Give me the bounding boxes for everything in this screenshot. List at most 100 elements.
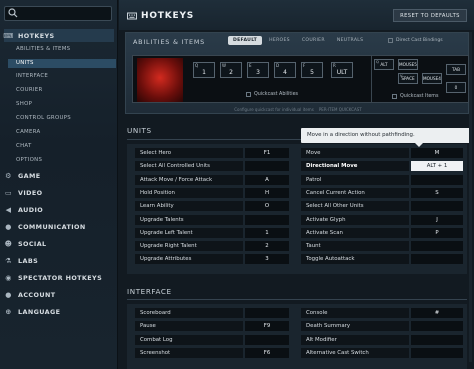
direct-cast-checkbox[interactable] [388,38,393,43]
sidebar-item-language[interactable]: ⊕ LANGUAGE [4,305,114,318]
hotkey-binding-button[interactable] [245,161,289,172]
hotkey-binding-button[interactable]: 1 [245,227,289,238]
quickcast-items-label: Quickcast Items [400,94,439,99]
hotkey-row-label: Learn Ability [135,201,243,212]
hotkey-binding-button[interactable] [411,174,463,185]
sidebar-sub-courier[interactable]: COURIER [16,87,43,93]
sidebar-item-video[interactable]: ▭ VIDEO [4,186,114,199]
sidebar-sub-shop[interactable]: SHOP [16,101,32,107]
item-key-2[interactable]: MOUSE5 [398,59,418,70]
hotkey-binding-button[interactable]: 2 [245,241,289,252]
quickcast-items-checkbox[interactable] [392,94,397,99]
hotkey-binding-button[interactable] [411,334,463,345]
speaker-icon: ◀ [5,205,12,214]
hotkey-binding-button[interactable]: ALT + 1 [411,161,463,172]
key-value: MOUSE5 [399,62,417,67]
hotkey-row-label: Patrol [301,174,409,185]
hotkey-binding-button[interactable]: O [245,201,289,212]
hotkey-row-label: Alt Modifier [301,334,409,345]
ability-key-ult[interactable]: R ULT [331,62,353,78]
sidebar-item-game[interactable]: ⚙ GAME [4,169,114,182]
key-value: 3 [256,69,260,76]
sidebar-item-communication[interactable]: ● COMMUNICATION [4,220,114,233]
ability-key-1[interactable]: Q1 [193,62,215,78]
hotkey-binding-button[interactable] [245,334,289,345]
ability-key-5[interactable]: F5 [301,62,323,78]
sidebar-item-labs[interactable]: ⚗ LABS [4,254,114,267]
sidebar-item-label: ACCOUNT [18,290,56,299]
hotkey-binding-button[interactable]: M [411,148,463,158]
sidebar-sub-options[interactable]: OPTIONS [16,157,42,163]
quickcast-abilities-label: Quickcast Abilities [254,92,299,97]
tooltip: Move in a direction without pathfinding. [301,128,471,143]
flask-icon: ⚗ [5,256,12,265]
hotkey-row-label: Select All Controlled Units [135,161,243,172]
key-modifier: R [333,63,336,68]
user-icon: ● [5,290,12,299]
item-key-3[interactable]: TAB [446,64,466,75]
search-icon [8,8,18,18]
header-bar: HOTKEYS RESET TO DEFAULTS [119,0,474,30]
item-key-grid: Q ALT MOUSE5 TAB V SPACE MOUSE4 0 Quickcas… [371,55,469,103]
key-value: 1 [202,69,206,76]
hotkey-binding-button[interactable] [411,347,463,358]
hotkey-binding-button[interactable]: P [411,227,463,238]
ability-key-4[interactable]: D4 [274,62,296,78]
hotkey-binding-button[interactable] [245,308,289,318]
scrollbar[interactable] [469,32,472,362]
reset-to-defaults-button[interactable]: RESET TO DEFAULTS [393,9,467,22]
settings-sidebar: ⌨ HOTKEYS ABILITIES & ITEMS UNITS INTERF… [0,0,118,369]
quickcast-abilities-checkbox[interactable] [246,92,251,97]
hotkey-binding-button[interactable]: F6 [245,347,289,358]
interface-divider [127,299,467,300]
ability-key-2[interactable]: W2 [220,62,242,78]
hotkey-binding-button[interactable] [245,214,289,225]
sidebar-item-spectator-hotkeys[interactable]: ◉ SPECTATOR HOTKEYS [4,271,114,284]
key-value: 0 [454,85,458,90]
ability-key-3[interactable]: E3 [247,62,269,78]
item-key-1[interactable]: Q ALT [374,59,394,70]
tab-default[interactable]: DEFAULT [228,36,263,45]
hotkey-binding-button[interactable] [411,241,463,252]
hotkey-binding-button[interactable]: J [411,214,463,225]
gear-icon: ⚙ [5,171,12,180]
sidebar-item-audio[interactable]: ◀ AUDIO [4,203,114,216]
people-icon: ☻ [4,239,13,248]
hotkey-binding-button[interactable]: F9 [245,321,289,332]
sidebar-item-social[interactable]: ☻ SOCIAL [4,237,114,250]
tooltip-arrow [415,143,423,147]
sidebar-sub-camera[interactable]: CAMERA [16,129,41,135]
sidebar-sub-interface[interactable]: INTERFACE [16,73,48,79]
key-modifier: W [222,63,226,68]
sidebar-sub-chat[interactable]: CHAT [16,143,32,149]
hotkey-row-label: Console [301,308,409,318]
item-key-5[interactable]: MOUSE4 [422,73,442,84]
hotkey-binding-button[interactable]: H [245,187,289,198]
search-input[interactable] [4,6,112,21]
hotkey-binding-button[interactable]: 3 [245,254,289,265]
item-key-6[interactable]: 0 [446,82,466,93]
per-item-quickcast-link[interactable]: PER-ITEM QUICKCAST [319,107,362,112]
tab-neutrals[interactable]: NEUTRALS [332,36,369,45]
sidebar-item-account[interactable]: ● ACCOUNT [4,288,114,301]
item-key-4[interactable]: V SPACE [398,73,418,84]
tab-heroes[interactable]: HEROES [264,36,295,45]
hotkey-row-label: Select Hero [135,148,243,158]
tab-courier[interactable]: COURIER [297,36,330,45]
hotkey-binding-button[interactable] [411,201,463,212]
sidebar-item-label: VIDEO [18,188,43,197]
sidebar-sub-abilities[interactable]: ABILITIES & ITEMS [16,46,70,52]
hotkey-row-label: Move [301,148,409,158]
sidebar-sub-units[interactable]: UNITS [8,59,116,68]
hotkey-row-label: Activate Scan [301,227,409,238]
hotkey-binding-button[interactable] [411,321,463,332]
hotkey-binding-button[interactable] [411,254,463,265]
sidebar-sub-control-groups[interactable]: CONTROL GROUPS [16,115,71,121]
hotkey-binding-button[interactable]: # [411,308,463,318]
hotkey-binding-button[interactable]: F1 [245,148,289,158]
keyboard-icon: ⌨ [3,31,14,40]
sidebar-item-hotkeys[interactable]: ⌨ HOTKEYS [3,29,114,42]
hotkey-binding-button[interactable]: A [245,174,289,185]
key-modifier: Q [376,60,379,64]
hotkey-binding-button[interactable]: S [411,187,463,198]
